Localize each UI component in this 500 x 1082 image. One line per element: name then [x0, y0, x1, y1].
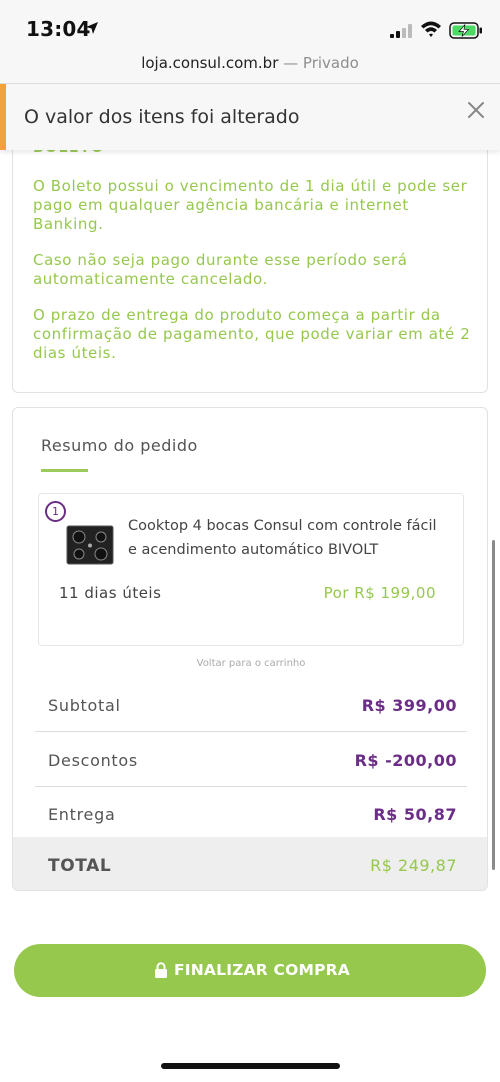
discount-row: Descontos R$ -200,00	[35, 737, 467, 787]
url-domain: loja.consul.com.br	[141, 54, 279, 72]
summary-title-underline	[41, 469, 88, 472]
checkout-button[interactable]: FINALIZAR COMPRA	[14, 944, 486, 997]
total-label: TOTAL	[48, 856, 112, 876]
cart-product-item: 1 Cooktop 4 bocas Consul com controle fá…	[38, 493, 464, 646]
subtotal-label: Subtotal	[48, 696, 121, 715]
cooktop-product-image	[66, 525, 114, 565]
boleto-cancel-text: Caso não seja pago durante esse período …	[33, 251, 408, 288]
order-summary-card: Resumo do pedido 1 Cooktop 4 bocas Consu…	[12, 407, 488, 891]
url-separator: —	[278, 54, 303, 72]
back-to-cart-link[interactable]: Voltar para o carrinho	[13, 658, 487, 669]
checkout-label: FINALIZAR COMPRA	[174, 961, 351, 979]
lock-icon	[155, 962, 167, 978]
boleto-delivery-text: O prazo de entrega do produto começa a p…	[33, 306, 471, 362]
status-time: 13:04	[26, 17, 91, 41]
url-private-mode: Privado	[302, 54, 359, 72]
page-scrollbar[interactable]	[492, 540, 495, 870]
price-change-banner: O valor dos itens foi alterado	[0, 84, 500, 150]
wifi-icon	[421, 21, 441, 37]
summary-title: Resumo do pedido	[41, 436, 198, 455]
shipping-label: Entrega	[48, 805, 116, 824]
delivery-time: 11 dias úteis	[59, 584, 162, 602]
signal-icon	[390, 24, 412, 38]
product-name[interactable]: Cooktop 4 bocas Consul com controle fáci…	[128, 514, 448, 562]
total-value: R$ 249,87	[370, 856, 457, 875]
total-row: TOTAL R$ 249,87	[13, 837, 487, 890]
boleto-info-card: BOLETO O Boleto possui o vencimento de 1…	[12, 130, 488, 393]
shipping-row: Entrega R$ 50,87	[35, 791, 467, 841]
location-arrow-icon	[86, 22, 98, 34]
browser-url-bar[interactable]: loja.consul.com.br — Privado	[0, 44, 500, 84]
product-price: Por R$ 199,00	[323, 584, 436, 602]
close-icon[interactable]	[466, 100, 486, 120]
battery-charging-icon	[449, 22, 482, 39]
home-indicator[interactable]	[161, 1063, 340, 1069]
subtotal-value: R$ 399,00	[361, 696, 457, 715]
discount-label: Descontos	[48, 751, 138, 770]
quantity-badge: 1	[45, 501, 66, 522]
shipping-value: R$ 50,87	[373, 805, 457, 824]
banner-message: O valor dos itens foi alterado	[24, 106, 300, 128]
boleto-due-text: O Boleto possui o vencimento de 1 dia út…	[33, 177, 468, 233]
subtotal-row: Subtotal R$ 399,00	[35, 682, 467, 732]
discount-value: R$ -200,00	[354, 751, 457, 770]
